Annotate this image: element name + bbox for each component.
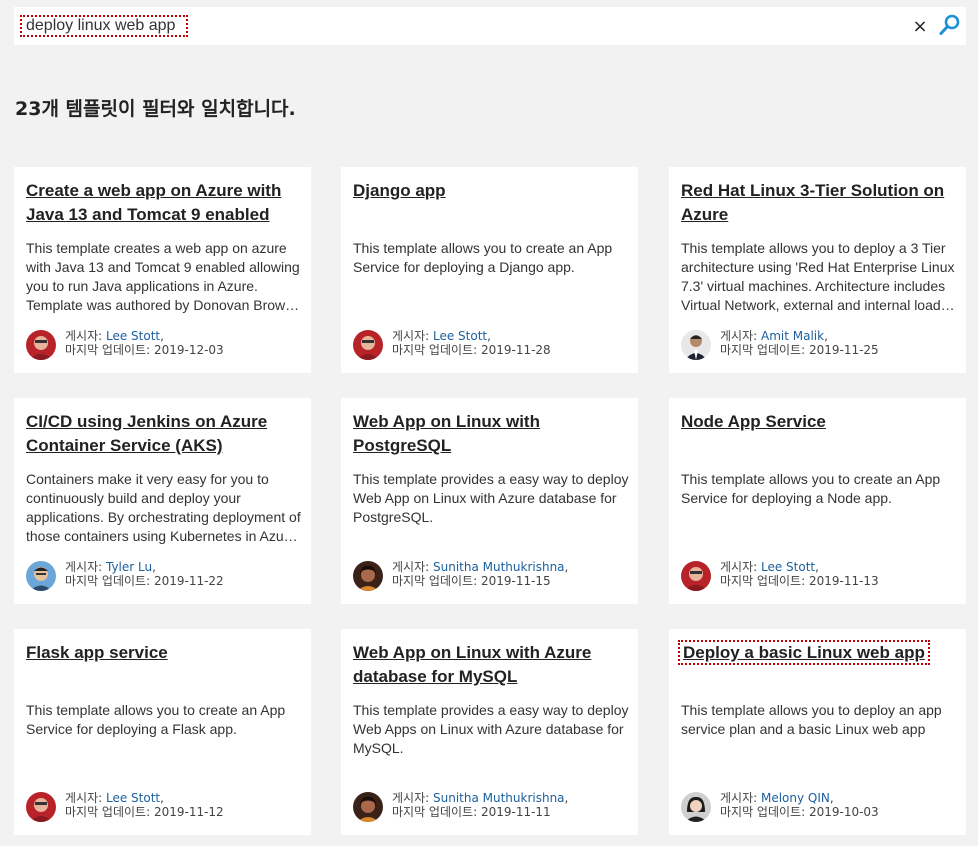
author-label: 게시자: — [65, 329, 106, 343]
template-meta: 게시자: Melony QIN, 마지막 업데이트: 2019-10-03 — [720, 791, 879, 819]
author-avatar — [26, 792, 56, 822]
template-footer: 게시자: Lee Stott, 마지막 업데이트: 2019-11-12 — [26, 791, 302, 823]
updated-label: 마지막 업데이트: — [65, 805, 154, 819]
template-title-link[interactable]: Web App on Linux with PostgreSQL — [353, 410, 629, 458]
template-card[interactable]: Red Hat Linux 3-Tier Solution on Azure Th… — [669, 167, 966, 373]
search-input[interactable] — [20, 15, 188, 37]
author-label: 게시자: — [720, 329, 761, 343]
updated-label: 마지막 업데이트: — [392, 343, 481, 357]
template-footer: 게시자: Sunitha Muthukrishna, 마지막 업데이트: 2019… — [353, 791, 629, 823]
template-meta: 게시자: Amit Malik, 마지막 업데이트: 2019-11-25 — [720, 329, 879, 357]
template-title-link[interactable]: Deploy a basic Linux web app — [678, 640, 957, 665]
template-card[interactable]: Django app This template allows you to cr… — [341, 167, 638, 373]
template-title-link[interactable]: Web App on Linux with Azure database for… — [353, 641, 629, 689]
updated-date: 2019-12-03 — [153, 343, 224, 357]
template-card[interactable]: Flask app service This template allows yo… — [14, 629, 311, 835]
author-link[interactable]: Lee Stott — [761, 560, 815, 574]
template-description: This template allows you to create an Ap… — [26, 702, 286, 737]
author-avatar — [681, 561, 711, 591]
template-meta: 게시자: Lee Stott, 마지막 업데이트: 2019-11-13 — [720, 560, 879, 588]
author-label: 게시자: — [392, 329, 433, 343]
template-footer: 게시자: Lee Stott, 마지막 업데이트: 2019-11-28 — [353, 329, 629, 361]
author-avatar — [353, 330, 383, 360]
updated-date: 2019-11-15 — [480, 574, 551, 588]
updated-date: 2019-11-28 — [480, 343, 551, 357]
template-description: This template allows you to deploy a 3 T… — [681, 240, 955, 313]
results-count-heading: 23개 템플릿이 필터와 일치합니다. — [15, 98, 296, 120]
template-description: This template allows you to create an Ap… — [681, 471, 941, 506]
updated-label: 마지막 업데이트: — [65, 574, 154, 588]
updated-label: 마지막 업데이트: — [720, 805, 809, 819]
author-avatar — [353, 792, 383, 822]
author-label: 게시자: — [392, 560, 433, 574]
updated-label: 마지막 업데이트: — [392, 574, 481, 588]
template-card[interactable]: Node App Service This template allows you… — [669, 398, 966, 604]
updated-label: 마지막 업데이트: — [720, 343, 809, 357]
author-avatar — [26, 561, 56, 591]
author-avatar — [681, 792, 711, 822]
author-label: 게시자: — [720, 791, 761, 805]
template-title-link[interactable]: Create a web app on Azure with Java 13 a… — [26, 179, 302, 227]
template-description: This template allows you to deploy an ap… — [681, 702, 942, 737]
template-card[interactable]: Web App on Linux with Azure database for… — [341, 629, 638, 835]
template-description: This template creates a web app on azure… — [26, 240, 300, 313]
updated-date: 2019-11-11 — [480, 805, 551, 819]
author-label: 게시자: — [392, 791, 433, 805]
clear-search-button[interactable]: × — [911, 17, 929, 37]
author-label: 게시자: — [65, 791, 106, 805]
updated-date: 2019-11-25 — [808, 343, 879, 357]
author-link[interactable]: Lee Stott — [106, 791, 160, 805]
template-description: This template provides a easy way to dep… — [353, 702, 629, 756]
template-meta: 게시자: Lee Stott, 마지막 업데이트: 2019-11-12 — [65, 791, 224, 819]
template-card[interactable]: Create a web app on Azure with Java 13 a… — [14, 167, 311, 373]
template-card[interactable]: CI/CD using Jenkins on Azure Container S… — [14, 398, 311, 604]
template-title-link[interactable]: Flask app service — [26, 641, 302, 665]
author-link[interactable]: Lee Stott — [106, 329, 160, 343]
template-card[interactable]: Deploy a basic Linux web app This templat… — [669, 629, 966, 835]
author-link[interactable]: Lee Stott — [433, 329, 487, 343]
template-meta: 게시자: Lee Stott, 마지막 업데이트: 2019-11-28 — [392, 329, 551, 357]
updated-label: 마지막 업데이트: — [392, 805, 481, 819]
updated-date: 2019-11-12 — [153, 805, 224, 819]
author-avatar — [26, 330, 56, 360]
author-link[interactable]: Sunitha Muthukrishna — [433, 791, 565, 805]
author-label: 게시자: — [720, 560, 761, 574]
author-link[interactable]: Tyler Lu — [106, 560, 152, 574]
template-meta: 게시자: Sunitha Muthukrishna, 마지막 업데이트: 2019… — [392, 560, 569, 588]
template-title-link[interactable]: Red Hat Linux 3-Tier Solution on Azure — [681, 179, 957, 227]
updated-label: 마지막 업데이트: — [720, 574, 809, 588]
updated-date: 2019-11-22 — [153, 574, 224, 588]
template-footer: 게시자: Lee Stott, 마지막 업데이트: 2019-12-03 — [26, 329, 302, 361]
updated-date: 2019-11-13 — [808, 574, 879, 588]
search-button[interactable] — [938, 13, 962, 37]
template-description: This template allows you to create an Ap… — [353, 240, 613, 275]
author-avatar — [681, 330, 711, 360]
template-meta: 게시자: Tyler Lu, 마지막 업데이트: 2019-11-22 — [65, 560, 224, 588]
search-icon — [939, 14, 960, 35]
template-footer: 게시자: Lee Stott, 마지막 업데이트: 2019-11-13 — [681, 560, 957, 592]
template-title-link[interactable]: CI/CD using Jenkins on Azure Container S… — [26, 410, 302, 458]
template-footer: 게시자: Amit Malik, 마지막 업데이트: 2019-11-25 — [681, 329, 957, 361]
template-description: This template provides a easy way to dep… — [353, 471, 629, 525]
author-label: 게시자: — [65, 560, 106, 574]
author-link[interactable]: Amit Malik — [761, 329, 824, 343]
author-link[interactable]: Sunitha Muthukrishna — [433, 560, 565, 574]
template-footer: 게시자: Sunitha Muthukrishna, 마지막 업데이트: 2019… — [353, 560, 629, 592]
template-card[interactable]: Web App on Linux with PostgreSQL This tem… — [341, 398, 638, 604]
author-link[interactable]: Melony QIN — [761, 791, 830, 805]
template-meta: 게시자: Lee Stott, 마지막 업데이트: 2019-12-03 — [65, 329, 224, 357]
updated-date: 2019-10-03 — [808, 805, 879, 819]
updated-label: 마지막 업데이트: — [65, 343, 154, 357]
template-title-link[interactable]: Django app — [353, 179, 629, 203]
author-avatar — [353, 561, 383, 591]
template-footer: 게시자: Melony QIN, 마지막 업데이트: 2019-10-03 — [681, 791, 957, 823]
search-bar: × — [14, 7, 966, 45]
template-description: Containers make it very easy for you to … — [26, 471, 301, 544]
template-title-link[interactable]: Node App Service — [681, 410, 957, 434]
template-footer: 게시자: Tyler Lu, 마지막 업데이트: 2019-11-22 — [26, 560, 302, 592]
template-meta: 게시자: Sunitha Muthukrishna, 마지막 업데이트: 2019… — [392, 791, 569, 819]
